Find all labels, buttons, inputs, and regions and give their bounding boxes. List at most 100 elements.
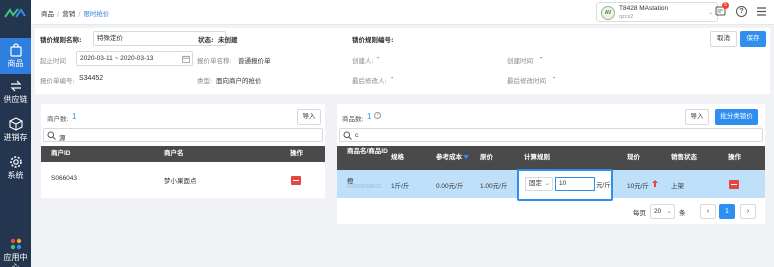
type-value: 面向商户的抢价	[216, 77, 262, 85]
breadcrumb-item[interactable]: 商品	[41, 10, 54, 18]
rule-value-input[interactable]: 10	[555, 177, 595, 191]
table-row: S066043 梦小果面点	[41, 162, 325, 196]
creator-value: -	[377, 55, 380, 62]
column-header: 规格	[391, 154, 404, 161]
rule-number-label: 锁价规则编号:	[352, 36, 394, 44]
cancel-button[interactable]: 取消	[710, 31, 737, 47]
rule-mode-select[interactable]: 固定 ⌄	[525, 177, 553, 191]
per-page-select[interactable]: 20 ⌄	[650, 204, 675, 219]
account-name: T8428 MAstation	[619, 5, 669, 12]
nav-item-label: 系统	[7, 171, 24, 180]
prev-page-button[interactable]: ‹	[700, 204, 716, 219]
quote-name-value: 普通报价单	[238, 57, 271, 65]
chevron-down-icon: ⌄	[666, 208, 672, 215]
breadcrumb-current: 限时抢价	[83, 10, 110, 18]
column-header: 销售状态	[671, 154, 697, 161]
nav-item-inventory[interactable]: 进销存	[0, 112, 31, 148]
per-page-unit: 条	[679, 210, 686, 217]
nav-item-label: 供应链	[3, 95, 28, 104]
inventory-icon	[8, 117, 23, 131]
top-bar: 商品 / 营销 / 限时抢价 AV T8428 MAstation qzcs2 ⌄ 5 …	[31, 0, 774, 25]
merchant-name: 梦小果面点	[164, 178, 197, 185]
nav-item-supply-chain[interactable]: 供应链	[0, 74, 31, 110]
product-count-value: 1	[367, 112, 372, 121]
merchant-panel: 商户数: 1 导入 源 商户ID 商户名 操作 S066043 梦小果面点	[41, 104, 325, 198]
merchant-id: S066043	[51, 175, 78, 182]
sort-desc-icon[interactable]	[463, 155, 469, 159]
status-value: 未创建	[218, 36, 238, 44]
left-navigation: 商品 供应链 进销存 系统 应用中心	[0, 0, 31, 267]
supply-chain-icon	[10, 80, 21, 92]
menu-icon[interactable]	[756, 6, 767, 17]
gear-icon	[9, 156, 22, 168]
date-range-value: 2020-03-11 ~ 2020-03-13	[80, 55, 154, 62]
column-header: 商户ID	[51, 150, 71, 157]
nav-item-label: 商品	[7, 59, 24, 68]
account-switcher[interactable]: AV T8428 MAstation qzcs2 ⌄	[596, 2, 718, 22]
quote-number-value: S34452	[79, 75, 104, 82]
original-price: 1.00元/斤	[480, 183, 508, 190]
product-search-input[interactable]: c	[339, 128, 763, 142]
created-time-label: 创建时间	[507, 57, 533, 65]
sale-status: 上架	[671, 183, 684, 190]
search-icon	[47, 131, 56, 140]
creator-label: 创建人:	[352, 57, 374, 65]
merchant-count-label: 商户数:	[47, 115, 69, 123]
type-label: 类型:	[197, 77, 213, 85]
column-header: 参考成本	[436, 154, 462, 161]
column-header: 现价	[627, 154, 640, 161]
modifier-label: 最后修改人:	[352, 77, 387, 85]
notification-badge: 5	[722, 2, 729, 9]
page-button[interactable]: 1	[719, 204, 735, 219]
breadcrumb: 商品 / 营销 / 限时抢价	[41, 10, 110, 18]
search-icon	[343, 131, 352, 140]
modified-time-label: 最后修改时间	[507, 77, 546, 85]
save-button[interactable]: 保存	[740, 31, 766, 47]
avatar: AV	[601, 6, 615, 20]
rule-mode-value: 固定	[529, 180, 542, 187]
date-range-input[interactable]: 2020-03-11 ~ 2020-03-13	[76, 51, 193, 66]
nav-item-label: 进销存	[3, 133, 28, 142]
delete-button[interactable]	[291, 176, 301, 185]
rule-unit: 元/斤	[596, 182, 611, 189]
calendar-icon	[182, 55, 190, 63]
product-count-label: 商品数:	[342, 115, 364, 123]
created-time-value: -	[540, 55, 543, 62]
column-header: 原价	[480, 154, 493, 161]
quote-number-label: 报价单编号:	[40, 77, 75, 85]
product-import-button[interactable]: 导入	[685, 109, 709, 125]
calculation-rule-editor: 固定 ⌄ 10 元/斤	[517, 169, 613, 201]
merchant-search-value: 源	[59, 135, 66, 142]
merchant-count-value: 1	[72, 112, 77, 121]
chevron-down-icon: ⌄	[707, 10, 713, 16]
merchant-search-input[interactable]: 源	[43, 128, 323, 142]
merchant-table-header: 商户ID 商户名 操作	[41, 146, 325, 162]
account-sub: qzcs2	[619, 14, 634, 20]
product-search-value: c	[355, 132, 359, 139]
product-table-header: 商品名/商品ID 规格 参考成本 原价 计算规则 现价 销售状态 操作	[337, 146, 765, 170]
batch-category-lock-button[interactable]: 批分类锁价	[715, 109, 758, 125]
product-spec: 1斤/斤	[391, 183, 410, 190]
column-header: 操作	[728, 154, 741, 161]
breadcrumb-item[interactable]: 营销	[62, 10, 75, 18]
arrow-up-icon	[652, 180, 658, 187]
nav-item-system[interactable]: 系统	[0, 150, 31, 186]
column-header: 商户名	[164, 150, 184, 157]
column-header: 计算规则	[524, 154, 550, 161]
nav-item-products[interactable]: 商品	[0, 38, 31, 74]
apps-icon	[10, 238, 21, 250]
next-page-button[interactable]: ›	[740, 204, 756, 219]
bag-icon	[9, 43, 22, 57]
nav-item-app-center[interactable]: 应用中心	[0, 232, 31, 267]
delete-button[interactable]	[729, 180, 739, 189]
merchant-import-button[interactable]: 导入	[297, 109, 321, 125]
help-icon[interactable]: ?	[736, 6, 747, 17]
modified-time-value: -	[553, 75, 556, 82]
modifier-value: -	[391, 75, 394, 82]
column-header: 商品名/商品ID	[347, 148, 388, 155]
info-icon: ?	[374, 112, 381, 119]
column-header: 操作	[290, 150, 303, 157]
quote-name-label: 报价单名称:	[197, 57, 232, 65]
status-label: 状态:	[198, 36, 214, 44]
rule-name-label: 锁价规则名称:	[40, 36, 82, 44]
